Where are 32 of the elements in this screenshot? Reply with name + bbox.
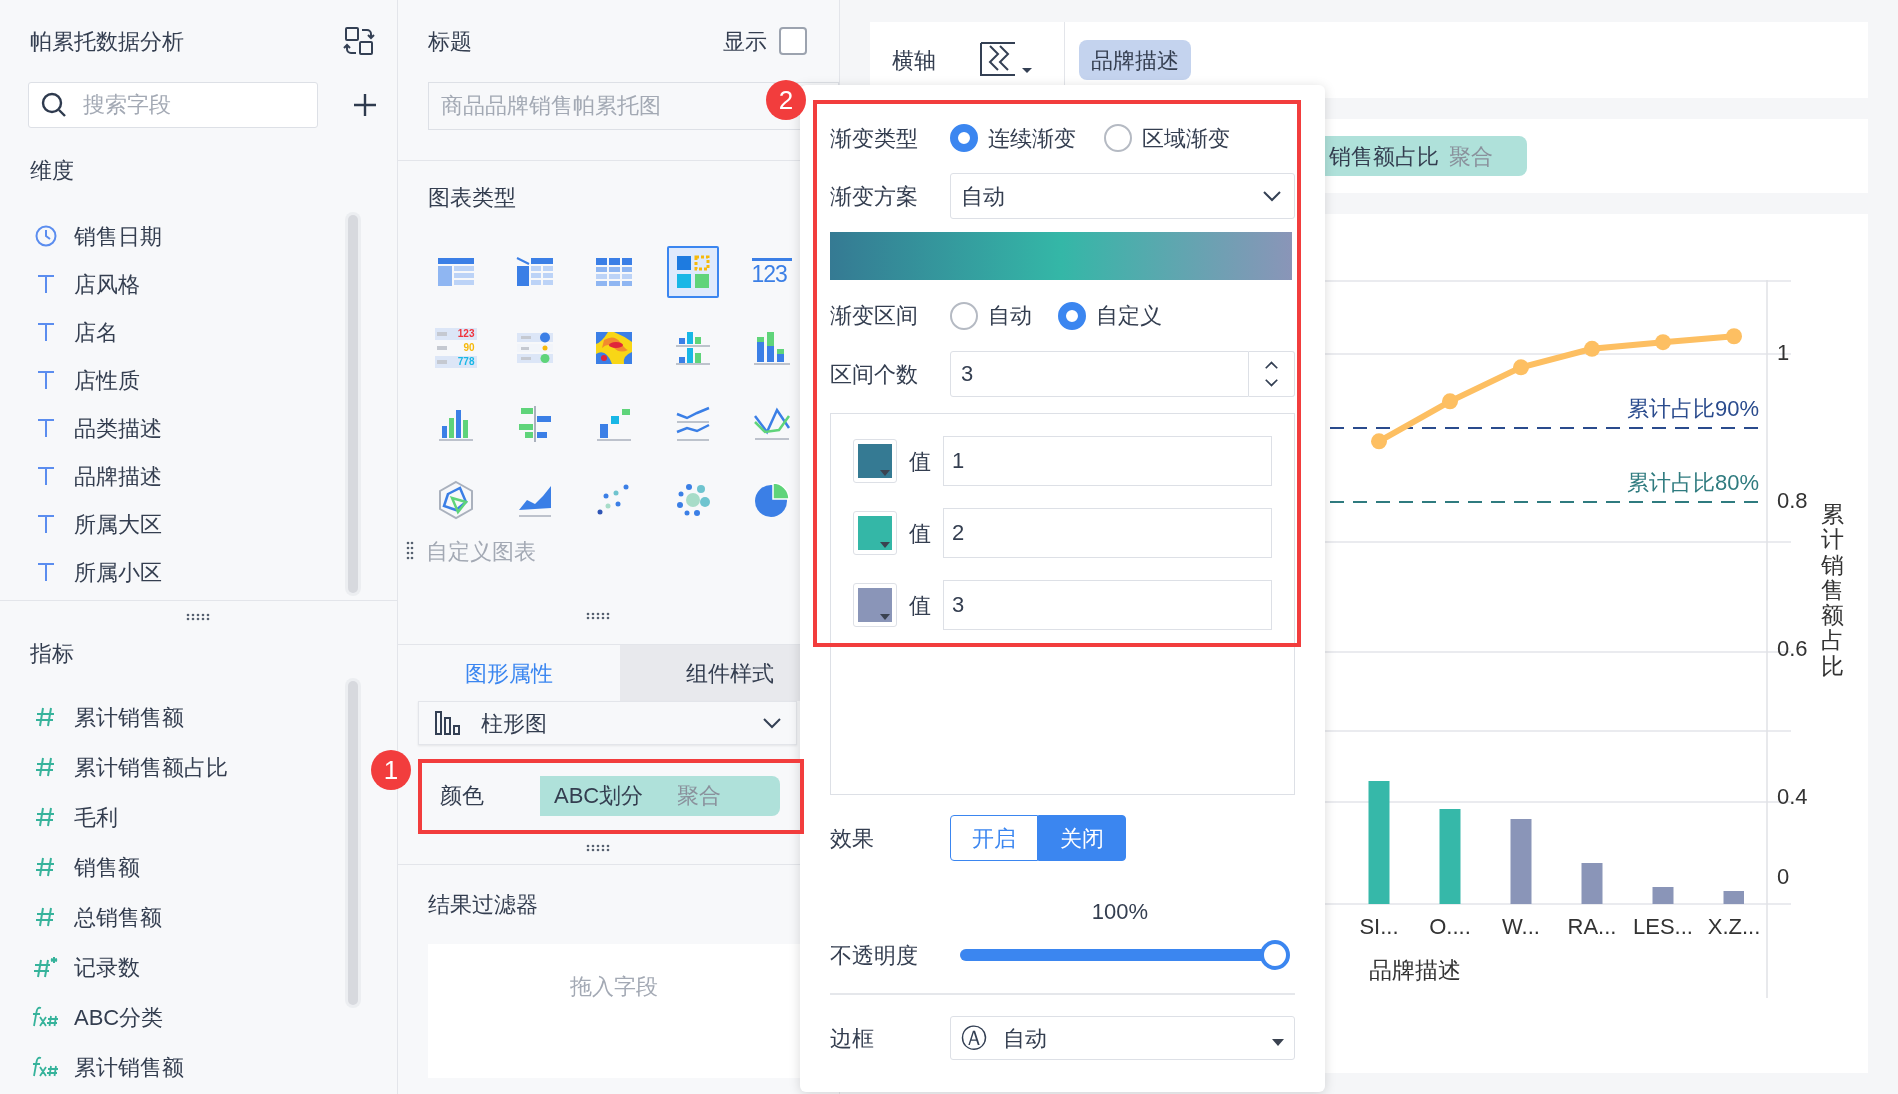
field-label: 渐变方案 [830,182,919,211]
axis-title: 品牌描述 [1369,957,1461,983]
value-label: 值 [909,591,931,620]
tick-label: 0 [1777,863,1790,889]
tick-label: 0.6 [1777,635,1808,661]
section-heading: 标题 [428,27,472,56]
field-label: 区间个数 [830,360,919,389]
reference-label: 累计占比80% [1626,470,1759,495]
category-label: LES... [1633,914,1693,939]
tick-label: 0.8 [1777,487,1808,513]
section-heading: 指标 [30,639,74,668]
section-heading: 维度 [30,156,74,185]
category-label: SI... [1359,914,1399,939]
field-label: 颜色 [440,782,484,810]
reference-label: 累计占比90% [1626,396,1759,421]
tick-label: 1 [1777,339,1790,365]
category-label: RA... [1567,914,1617,939]
tick-label: 0.4 [1777,783,1808,809]
category-label: X.Z... [1707,914,1761,939]
section-heading: 结果过滤器 [428,891,538,919]
value-label: 值 [909,519,931,548]
axis-title: 累计销售额占比 [1821,502,1844,680]
sidebar-title: 帕累托数据分析 [30,27,184,56]
axis-label: 横轴 [892,46,936,75]
section-heading: 图表类型 [428,184,516,212]
category-label: W... [1502,914,1540,939]
checkbox-label: 显示 [723,27,767,56]
value-label: 值 [909,447,931,476]
field-label: 渐变区间 [830,302,919,330]
slider-value: 100% [1090,900,1150,924]
category-label: O.... [1429,914,1471,939]
field-label: 效果 [830,824,875,853]
